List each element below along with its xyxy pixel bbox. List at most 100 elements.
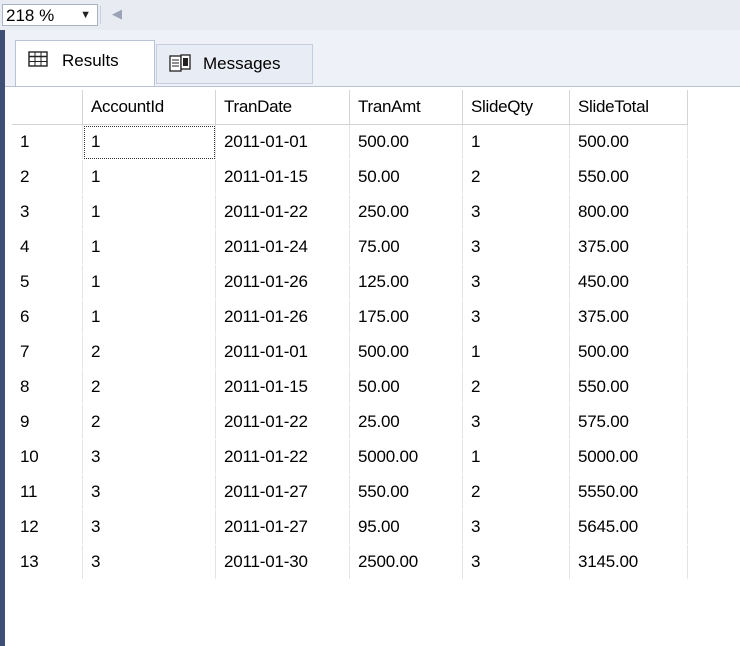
table-row[interactable]: 4 1 2011-01-24 75.00 3 375.00 [12,229,688,265]
cell-slideqty[interactable]: 1 [462,124,570,160]
row-number[interactable]: 4 [12,229,83,265]
cell-slidetotal[interactable]: 550.00 [569,159,688,195]
cell-accountid[interactable]: 3 [82,474,216,510]
row-number[interactable]: 7 [12,334,83,370]
cell-slidetotal[interactable]: 575.00 [569,404,688,440]
row-number[interactable]: 8 [12,369,83,405]
table-row[interactable]: 1 1 2011-01-01 500.00 1 500.00 [12,124,688,160]
cell-trandate[interactable]: 2011-01-01 [215,334,350,370]
row-number[interactable]: 13 [12,544,83,580]
cell-trandate[interactable]: 2011-01-27 [215,509,350,545]
cell-slidetotal[interactable]: 5550.00 [569,474,688,510]
cell-slideqty[interactable]: 3 [462,404,570,440]
cell-trandate[interactable]: 2011-01-15 [215,159,350,195]
cell-accountid[interactable]: 1 [82,124,216,160]
cell-accountid[interactable]: 2 [82,369,216,405]
cell-tranamt[interactable]: 175.00 [349,299,463,335]
row-number[interactable]: 9 [12,404,83,440]
cell-slideqty[interactable]: 3 [462,299,570,335]
cell-tranamt[interactable]: 500.00 [349,334,463,370]
table-row[interactable]: 13 3 2011-01-30 2500.00 3 3145.00 [12,544,688,580]
cell-accountid[interactable]: 1 [82,229,216,265]
cell-accountid[interactable]: 2 [82,404,216,440]
cell-tranamt[interactable]: 550.00 [349,474,463,510]
cell-tranamt[interactable]: 25.00 [349,404,463,440]
cell-slideqty[interactable]: 3 [462,194,570,230]
column-header-slidetotal[interactable]: SlideTotal [569,90,688,125]
chevron-down-icon[interactable]: ▼ [80,9,91,21]
cell-tranamt[interactable]: 5000.00 [349,439,463,475]
cell-accountid[interactable]: 3 [82,544,216,580]
cell-slidetotal[interactable]: 375.00 [569,299,688,335]
cell-accountid[interactable]: 2 [82,334,216,370]
cell-tranamt[interactable]: 500.00 [349,124,463,160]
scroll-left-icon[interactable]: ◀ [112,6,122,22]
cell-slidetotal[interactable]: 550.00 [569,369,688,405]
cell-slideqty[interactable]: 3 [462,509,570,545]
table-row[interactable]: 7 2 2011-01-01 500.00 1 500.00 [12,334,688,370]
cell-slidetotal[interactable]: 500.00 [569,124,688,160]
cell-accountid[interactable]: 3 [82,509,216,545]
cell-accountid[interactable]: 1 [82,264,216,300]
cell-accountid[interactable]: 3 [82,439,216,475]
cell-tranamt[interactable]: 95.00 [349,509,463,545]
cell-slidetotal[interactable]: 500.00 [569,334,688,370]
table-row[interactable]: 8 2 2011-01-15 50.00 2 550.00 [12,369,688,405]
row-number[interactable]: 11 [12,474,83,510]
cell-tranamt[interactable]: 50.00 [349,369,463,405]
cell-slideqty[interactable]: 3 [462,544,570,580]
cell-tranamt[interactable]: 250.00 [349,194,463,230]
row-number[interactable]: 10 [12,439,83,475]
zoom-combo[interactable]: 218 % ▼ [2,4,98,26]
cell-slideqty[interactable]: 2 [462,474,570,510]
row-number[interactable]: 12 [12,509,83,545]
cell-slideqty[interactable]: 1 [462,439,570,475]
cell-trandate[interactable]: 2011-01-22 [215,404,350,440]
cell-trandate[interactable]: 2011-01-22 [215,194,350,230]
cell-slideqty[interactable]: 2 [462,369,570,405]
table-row[interactable]: 10 3 2011-01-22 5000.00 1 5000.00 [12,439,688,475]
cell-slidetotal[interactable]: 375.00 [569,229,688,265]
cell-slidetotal[interactable]: 5645.00 [569,509,688,545]
column-header-slideqty[interactable]: SlideQty [462,90,570,125]
table-row[interactable]: 5 1 2011-01-26 125.00 3 450.00 [12,264,688,300]
table-row[interactable]: 3 1 2011-01-22 250.00 3 800.00 [12,194,688,230]
row-number[interactable]: 3 [12,194,83,230]
cell-trandate[interactable]: 2011-01-27 [215,474,350,510]
cell-slideqty[interactable]: 2 [462,159,570,195]
cell-slidetotal[interactable]: 450.00 [569,264,688,300]
cell-trandate[interactable]: 2011-01-30 [215,544,350,580]
cell-tranamt[interactable]: 2500.00 [349,544,463,580]
cell-slideqty[interactable]: 3 [462,264,570,300]
row-number[interactable]: 2 [12,159,83,195]
row-number[interactable]: 6 [12,299,83,335]
cell-slideqty[interactable]: 1 [462,334,570,370]
cell-accountid[interactable]: 1 [82,159,216,195]
tab-messages[interactable]: Messages [156,44,313,84]
table-row[interactable]: 6 1 2011-01-26 175.00 3 375.00 [12,299,688,335]
column-header-tranamt[interactable]: TranAmt [349,90,463,125]
cell-slidetotal[interactable]: 3145.00 [569,544,688,580]
row-number-header[interactable] [12,90,83,125]
cell-trandate[interactable]: 2011-01-26 [215,299,350,335]
cell-tranamt[interactable]: 75.00 [349,229,463,265]
column-header-trandate[interactable]: TranDate [215,90,350,125]
cell-accountid[interactable]: 1 [82,194,216,230]
table-row[interactable]: 11 3 2011-01-27 550.00 2 5550.00 [12,474,688,510]
cell-slidetotal[interactable]: 800.00 [569,194,688,230]
tab-results[interactable]: Results [15,40,155,86]
cell-accountid[interactable]: 1 [82,299,216,335]
cell-slidetotal[interactable]: 5000.00 [569,439,688,475]
cell-slideqty[interactable]: 3 [462,229,570,265]
cell-trandate[interactable]: 2011-01-24 [215,229,350,265]
column-header-accountid[interactable]: AccountId [82,90,216,125]
table-row[interactable]: 2 1 2011-01-15 50.00 2 550.00 [12,159,688,195]
cell-trandate[interactable]: 2011-01-15 [215,369,350,405]
cell-trandate[interactable]: 2011-01-01 [215,124,350,160]
cell-tranamt[interactable]: 50.00 [349,159,463,195]
cell-trandate[interactable]: 2011-01-22 [215,439,350,475]
table-row[interactable]: 9 2 2011-01-22 25.00 3 575.00 [12,404,688,440]
cell-tranamt[interactable]: 125.00 [349,264,463,300]
cell-trandate[interactable]: 2011-01-26 [215,264,350,300]
table-row[interactable]: 12 3 2011-01-27 95.00 3 5645.00 [12,509,688,545]
